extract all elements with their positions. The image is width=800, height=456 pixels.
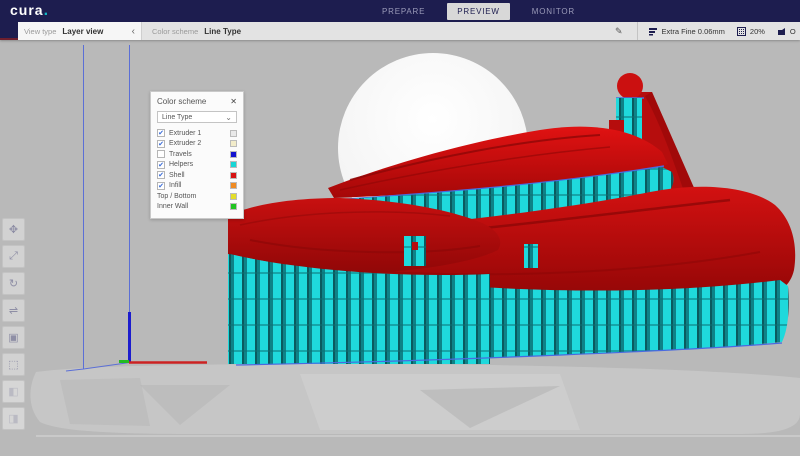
edit-settings-icon[interactable]: ✎ [615, 26, 623, 37]
extruder-1-checkbox[interactable] [157, 129, 165, 137]
legend-label: Infill [169, 182, 181, 189]
legend-label: Travels [169, 151, 192, 158]
scene-render [0, 40, 800, 451]
legend-row-extruder-2: Extruder 2 [157, 139, 237, 150]
cura-logo-text: cura [10, 2, 44, 18]
tool-per-model-button[interactable]: ▣ [2, 326, 25, 349]
color-swatch [230, 172, 237, 179]
view-type-value: Layer view [62, 27, 103, 36]
infill-icon [737, 27, 746, 36]
tab-preview[interactable]: PREVIEW [447, 3, 510, 20]
travels-checkbox[interactable] [157, 150, 165, 158]
view-type-selector[interactable]: View type Layer view ‹ [18, 22, 142, 40]
support-value: O [790, 27, 796, 36]
legend-row-helpers: Helpers [157, 160, 237, 171]
stage-tabs: PREPARE PREVIEW MONITOR [372, 3, 585, 20]
travel-lines [66, 45, 130, 371]
shell-checkbox[interactable] [157, 171, 165, 179]
support-icon [777, 27, 786, 36]
print-settings-summary: ✎ Extra Fine 0.06mm 20% O [615, 22, 800, 40]
legend-row-shell: Shell [157, 170, 237, 181]
color-swatch [230, 193, 237, 200]
color-scheme-label: Color scheme [152, 27, 198, 36]
layers-icon [648, 27, 658, 36]
ghost-hull [30, 364, 800, 436]
legend-row-top-bottom: Top / Bottom [157, 191, 237, 202]
chevron-down-icon: ⌄ [225, 113, 232, 122]
tool-rotate-button[interactable]: ↻ [2, 272, 25, 295]
infill-setting[interactable]: 20% [737, 27, 765, 36]
legend-label: Extruder 1 [169, 130, 201, 137]
tool-scale-button[interactable]: ⤢ [2, 245, 25, 268]
tool-column: ✥ ⤢ ↻ ⇌ ▣ ⬚ ◧ ◨ [2, 218, 25, 434]
panel-title: Color scheme [157, 97, 206, 106]
viewport-3d[interactable]: ✥ ⤢ ↻ ⇌ ▣ ⬚ ◧ ◨ Color scheme ✕ Line Type… [0, 40, 800, 451]
line-type-dropdown-value: Line Type [162, 114, 192, 121]
color-scheme-selector[interactable]: Color scheme Line Type [142, 22, 251, 40]
tool-extra-1-button[interactable]: ◧ [2, 380, 25, 403]
toolbar-divider [637, 22, 638, 40]
infill-value: 20% [750, 27, 765, 36]
legend-row-travels: Travels [157, 149, 237, 160]
helpers-checkbox[interactable] [157, 161, 165, 169]
view-type-label: View type [24, 27, 56, 36]
top-bar: cura. PREPARE PREVIEW MONITOR [0, 0, 800, 22]
support-setting[interactable]: O [777, 27, 796, 36]
legend-label: Helpers [169, 161, 193, 168]
tower-dome [617, 73, 643, 99]
collapse-chevron-icon[interactable]: ‹ [132, 26, 135, 37]
legend-label: Inner Wall [157, 203, 188, 210]
infill-checkbox[interactable] [157, 182, 165, 190]
close-icon[interactable]: ✕ [230, 97, 237, 106]
legend-label: Extruder 2 [169, 140, 201, 147]
color-scheme-value: Line Type [204, 27, 241, 36]
legend-label: Shell [169, 172, 185, 179]
view-toolbar: View type Layer view ‹ Color scheme Line… [0, 22, 800, 40]
tab-monitor[interactable]: MONITOR [522, 3, 585, 20]
navy-corner-stub [0, 22, 18, 40]
extruder-2-checkbox[interactable] [157, 140, 165, 148]
color-swatch [230, 161, 237, 168]
tool-extra-2-button[interactable]: ◨ [2, 407, 25, 430]
color-swatch [230, 140, 237, 147]
cura-logo: cura. [10, 2, 49, 20]
origin-axes [119, 312, 207, 363]
tool-support-blocker-button[interactable]: ⬚ [2, 353, 25, 376]
color-swatch [230, 130, 237, 137]
line-type-dropdown[interactable]: Line Type ⌄ [157, 111, 237, 123]
profile-value: Extra Fine 0.06mm [662, 27, 725, 36]
tab-prepare[interactable]: PREPARE [372, 3, 435, 20]
legend-row-extruder-1: Extruder 1 [157, 128, 237, 139]
color-swatch [230, 151, 237, 158]
legend-row-infill: Infill [157, 181, 237, 192]
profile-setting[interactable]: Extra Fine 0.06mm [648, 27, 725, 36]
legend-row-inner-wall: Inner Wall [157, 202, 237, 213]
color-swatch [230, 182, 237, 189]
color-swatch [230, 203, 237, 210]
tool-move-button[interactable]: ✥ [2, 218, 25, 241]
legend-label: Top / Bottom [157, 193, 196, 200]
cura-logo-dot: . [44, 2, 49, 19]
tool-mirror-button[interactable]: ⇌ [2, 299, 25, 322]
color-scheme-panel: Color scheme ✕ Line Type ⌄ Extruder 1 Ex… [150, 91, 244, 219]
